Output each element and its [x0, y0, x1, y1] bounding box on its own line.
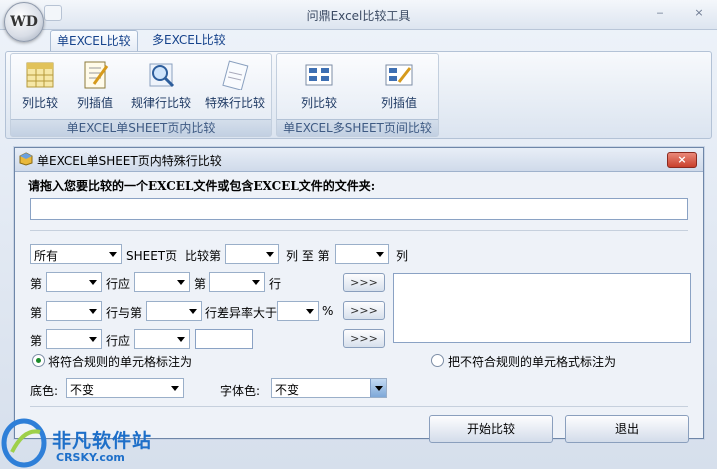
- tab-single-excel[interactable]: 单EXCEL比较: [50, 30, 138, 52]
- rules-list[interactable]: [393, 273, 691, 343]
- radio-mark-nonmatching-label: 把不符合规则的单元格式标注为: [448, 355, 617, 369]
- dialog-title: 单EXCEL单SHEET页内特殊行比较: [37, 154, 222, 168]
- tab-multi-excel[interactable]: 多EXCEL比较: [146, 30, 232, 52]
- pattern-row-compare-label: 规律行比较: [130, 96, 191, 110]
- group-label-multi-sheet: 单EXCEL多SHEET页间比较: [277, 119, 438, 136]
- percent-label: %: [322, 304, 334, 318]
- multi-column-interpolate-icon: [384, 60, 414, 90]
- chevron-down-icon: [266, 252, 274, 257]
- multi-column-compare-button[interactable]: 列比较: [291, 60, 347, 111]
- row3-and-label: 行与第: [106, 306, 143, 320]
- close-window-button[interactable]: ×: [690, 6, 708, 20]
- sheet-select[interactable]: 所有: [30, 244, 122, 264]
- chevron-down-icon: [177, 280, 185, 285]
- chevron-down-icon: [89, 280, 97, 285]
- row2-select-a[interactable]: [46, 272, 102, 292]
- to-label: 列 至 第: [286, 249, 330, 263]
- col-from-select[interactable]: [225, 244, 279, 264]
- radio-mark-matching[interactable]: [32, 354, 45, 367]
- chevron-down-icon: [177, 337, 185, 342]
- bg-color-label: 底色:: [30, 384, 59, 398]
- chevron-down-icon: [306, 309, 314, 314]
- chevron-down-icon: [252, 280, 260, 285]
- chevron-down-icon: [370, 379, 386, 397]
- row2-prefix: 第: [30, 277, 43, 291]
- chevron-down-icon: [89, 337, 97, 342]
- special-row-icon: [220, 60, 250, 91]
- row3-more-button[interactable]: >>>: [343, 301, 385, 320]
- ribbon-group-multi-sheet: 列比较 列插值 单EXCEL多SHEET页间比较: [276, 53, 439, 137]
- app-title: 问鼎Excel比较工具: [306, 9, 411, 23]
- exit-button[interactable]: 退出: [565, 415, 689, 443]
- multi-column-compare-label: 列比较: [300, 96, 337, 110]
- watermark-text: 非凡软件站: [52, 430, 153, 452]
- row4-more-button[interactable]: >>>: [343, 329, 385, 348]
- dialog-close-button[interactable]: ×: [667, 152, 697, 168]
- watermark-sub: CRSKY.com: [56, 451, 125, 464]
- row4-select-a[interactable]: [46, 329, 102, 349]
- pattern-row-compare-button[interactable]: 规律行比较: [125, 60, 197, 111]
- dialog-title-bar: 单EXCEL单SHEET页内特殊行比较 ×: [15, 148, 703, 172]
- start-compare-button[interactable]: 开始比较: [429, 415, 553, 443]
- row2-should-label: 行应: [106, 277, 131, 291]
- special-row-compare-dialog: 单EXCEL单SHEET页内特殊行比较 × 请拖入您要比较的一个EXCEL文件或…: [14, 147, 704, 443]
- row4-should-label: 行应: [106, 334, 131, 348]
- dialog-app-icon: [19, 152, 33, 166]
- file-path-input[interactable]: [30, 198, 688, 220]
- divider-bottom: [30, 406, 688, 407]
- multi-column-interpolate-label: 列插值: [380, 96, 417, 110]
- chevron-down-icon: [376, 252, 384, 257]
- watermark-logo: 非凡软件站 CRSKY.com: [0, 418, 220, 469]
- chevron-down-icon: [89, 309, 97, 314]
- row3-diff-label: 行差异率大于: [205, 306, 278, 320]
- chevron-down-icon: [189, 309, 197, 314]
- minimize-button[interactable]: ‒: [651, 6, 669, 20]
- column-interpolate-label: 列插值: [76, 96, 113, 110]
- row4-value-input[interactable]: [195, 329, 253, 349]
- bg-color-value: 不变: [70, 383, 95, 397]
- compare-col-label: 比较第: [185, 249, 222, 263]
- font-color-label: 字体色:: [220, 384, 261, 398]
- group-label-single-sheet: 单EXCEL单SHEET页内比较: [11, 119, 271, 136]
- row3-select-a[interactable]: [46, 301, 102, 321]
- font-color-select[interactable]: 不变: [271, 378, 387, 398]
- pattern-row-search-icon: [146, 60, 176, 90]
- row3-select-b[interactable]: [146, 301, 202, 321]
- column-interpolate-button[interactable]: 列插值: [71, 60, 119, 111]
- special-row-compare-button[interactable]: 特殊行比较: [200, 60, 270, 111]
- chevron-down-icon: [109, 252, 117, 257]
- radio-mark-matching-label: 将符合规则的单元格标注为: [48, 355, 193, 369]
- multi-column-interpolate-button[interactable]: 列插值: [371, 60, 427, 111]
- col-to-select[interactable]: [335, 244, 389, 264]
- row2-di-label: 第: [194, 277, 207, 291]
- radio-mark-nonmatching[interactable]: [431, 354, 444, 367]
- column-compare-button[interactable]: 列比较: [16, 60, 64, 111]
- sheet-select-value: 所有: [34, 249, 59, 263]
- ribbon-group-single-sheet: 列比较 列插值 规律行比较 特殊行比较 单EXCEL单SHEET页内比较: [10, 53, 272, 137]
- quick-access-icon[interactable]: [44, 5, 62, 21]
- drop-prompt: 请拖入您要比较的一个EXCEL文件或包含EXCEL文件的文件夹:: [28, 179, 376, 193]
- divider: [30, 230, 688, 231]
- col-suffix-label: 列: [396, 249, 409, 263]
- row4-select-b[interactable]: [134, 329, 190, 349]
- column-compare-label: 列比较: [21, 96, 58, 110]
- row2-row-label: 行: [269, 277, 282, 291]
- special-row-compare-label: 特殊行比较: [204, 96, 265, 110]
- row2-select-c[interactable]: [209, 272, 265, 292]
- row3-prefix: 第: [30, 306, 43, 320]
- column-interpolate-icon: [80, 60, 110, 90]
- bg-color-select[interactable]: 不变: [66, 378, 184, 398]
- row4-prefix: 第: [30, 334, 43, 348]
- row2-more-button[interactable]: >>>: [343, 273, 385, 292]
- app-logo-button[interactable]: WD: [4, 2, 44, 42]
- multi-column-compare-icon: [304, 60, 334, 90]
- main-window: 问鼎Excel比较工具 WD ‒ × 单EXCEL比较 多EXCEL比较 列比较…: [0, 0, 717, 469]
- chevron-down-icon: [171, 386, 179, 391]
- sheet-label: SHEET页: [126, 249, 178, 263]
- row2-select-b[interactable]: [134, 272, 190, 292]
- column-compare-icon: [25, 60, 55, 90]
- font-color-value: 不变: [275, 383, 300, 397]
- row3-select-c[interactable]: [277, 301, 319, 321]
